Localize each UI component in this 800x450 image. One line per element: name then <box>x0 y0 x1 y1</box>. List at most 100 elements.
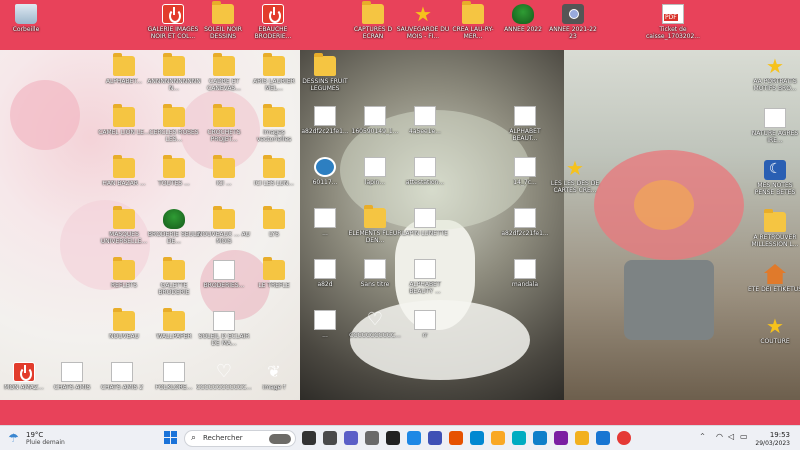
desktop-icon[interactable]: ★ LES LES DES DE CARTES CRE... <box>547 158 603 194</box>
desktop-icon[interactable]: CERCLES ROSES LES... <box>146 104 202 143</box>
desktop-icon[interactable]: Corbeille <box>0 4 54 33</box>
desktop-icon[interactable]: LYS <box>246 206 302 238</box>
rose-blob <box>10 80 80 150</box>
desktop-icon[interactable]: NATURE AGRES IRE... <box>747 108 800 144</box>
desktop-icon[interactable]: ♡ CCCCCCCCCCCC... <box>196 362 252 392</box>
desktop-icon[interactable]: ANNNNNNNNNNNN... <box>146 53 202 92</box>
sheet-icon <box>213 260 235 280</box>
folder-icon <box>263 257 285 280</box>
desktop-icon[interactable]: LE TREFLE <box>246 257 302 289</box>
desktop-icon[interactable]: CADRE ET CANEVAS... <box>196 53 252 92</box>
desktop-icon[interactable]: 4a5ee1e... <box>397 106 453 135</box>
snip-icon[interactable] <box>512 431 526 445</box>
media-player-icon[interactable] <box>386 431 400 445</box>
desktop-icon[interactable]: DESSINS FRUIT LEGUMES <box>297 53 353 92</box>
desktop-icon[interactable]: WALLPAPER <box>146 308 202 340</box>
office-icon[interactable] <box>449 431 463 445</box>
desktop-icon[interactable]: SOLEIL NOIR DESSINS <box>195 1 251 40</box>
start-button[interactable] <box>164 431 178 445</box>
folder-icon <box>462 1 484 24</box>
clock-time[interactable]: 19:53 <box>770 431 790 439</box>
desktop-icon[interactable]: NOUVEAU <box>96 308 152 340</box>
desktop-icon[interactable]: MASQUES UNIVERSELLE... <box>96 206 152 245</box>
desktop-icon[interactable]: ALPHABET BEAUTY ... <box>397 259 453 295</box>
desktop-icon[interactable]: Sans titre <box>347 259 403 288</box>
desktop-icon[interactable]: Ticket de caisse_1703202... <box>645 4 701 40</box>
desktop-icon[interactable]: GALERIE IMAGES NOIR ET COL... <box>145 4 201 40</box>
desktop-icon[interactable]: ... <box>297 208 353 237</box>
desktop-icon[interactable]: CHATS AMIS <box>44 362 100 391</box>
desktop-icon[interactable]: ❦ image f <box>246 362 302 391</box>
desktop-icon[interactable]: EBAUCHE BRODERIE... <box>245 4 301 40</box>
explorer-icon[interactable] <box>575 431 589 445</box>
desktop-icon[interactable]: ♡ CCCCCCCCCCC... <box>347 310 403 340</box>
pdf-icon <box>662 4 684 24</box>
desktop-icon[interactable]: ★ AA PORTRAITS MOTIFS BRO... <box>747 56 800 92</box>
desktop-icon[interactable]: a82d <box>297 259 353 288</box>
desktop-icon[interactable]: LAPIN LUNETTE <box>397 208 453 237</box>
desktop-icon-label: CCCCCCCCCCC... <box>349 332 401 339</box>
desktop-icon[interactable]: ALPHABET... <box>96 53 152 85</box>
desktop-icon-label: ARIS LAURIER MEL... <box>253 78 295 92</box>
desktop-icon[interactable]: ELEMENTS FLEUR DEN... <box>347 205 403 244</box>
task-view-icon[interactable] <box>302 431 316 445</box>
desktop-icon[interactable]: ★ COUTURE <box>747 316 800 345</box>
desktop-icon[interactable]: lapin... <box>347 157 403 186</box>
clock-date[interactable]: 29/03/2023 <box>755 440 790 447</box>
desktop-icon[interactable]: ANNEE 2022 <box>495 4 551 33</box>
desktop-icon[interactable]: a82df2c21fe1... <box>297 106 353 135</box>
teams-icon[interactable] <box>344 431 358 445</box>
desktop-icon-label: ANNEE 2022 <box>504 26 542 33</box>
desktop-icon[interactable]: GALETTE BRODERIE <box>146 257 202 296</box>
desktop-icon-label: a82d <box>317 281 333 288</box>
desktop-icon[interactable]: images vectorielles <box>246 104 302 143</box>
desktop-icon[interactable]: CAMEL LION LE... <box>96 104 152 136</box>
battery-icon[interactable]: ▭ <box>740 432 748 441</box>
desktop-icon[interactable]: ETE DEI ETIKETUS <box>747 264 800 293</box>
paint-3d-icon[interactable] <box>554 431 568 445</box>
calendar-icon[interactable] <box>470 431 484 445</box>
tray-overflow-chevron[interactable]: ^ <box>700 433 705 440</box>
store-icon[interactable] <box>596 431 610 445</box>
volume-icon[interactable]: ◁ <box>728 432 734 441</box>
desktop-icon[interactable]: ... <box>297 310 353 339</box>
desktop-icon[interactable]: A RETROUVER MILLESSION L... <box>747 209 800 248</box>
desktop-icon-label: Corbeille <box>12 26 40 33</box>
desktop-icon[interactable]: CREA LAU-RY-MER... <box>445 1 501 40</box>
paint-icon[interactable] <box>428 431 442 445</box>
desktop-icon[interactable]: ICI LES LUN... <box>246 155 302 187</box>
desktop-icon[interactable]: rr <box>397 310 453 339</box>
desktop-icon[interactable]: ICI ... <box>196 155 252 187</box>
desktop-icon[interactable]: SOLEIL D ECLAIR DE MA... <box>196 311 252 347</box>
desktop-icon[interactable]: REFLETS <box>96 257 152 289</box>
desktop-icon[interactable]: BRODERIE SEULE DE... <box>146 209 202 245</box>
chrome-icon[interactable] <box>617 431 631 445</box>
desktop-icon[interactable]: ALPHABET BEAUT... <box>497 106 553 142</box>
desktop-icon[interactable]: 14_7c... <box>497 157 553 186</box>
desktop-icon[interactable]: 60117... <box>297 157 353 186</box>
desktop-icon[interactable]: MES NOTES PENSE BETES <box>747 160 800 196</box>
desktop-icon[interactable]: NOUVEAUX ... AU MOIS <box>196 206 252 245</box>
desktop-icon[interactable]: ARIS LAURIER MEL... <box>246 53 302 92</box>
desktop-icon[interactable]: CAPTURES D ECRAN <box>345 1 401 40</box>
desktop-icon[interactable]: HAN BAZAR ... <box>96 155 152 187</box>
desktop-icon[interactable]: mandala <box>497 259 553 288</box>
desktop-icon[interactable]: CHATS AMIS 2 <box>94 362 150 391</box>
notes-icon[interactable] <box>491 431 505 445</box>
settings-icon[interactable] <box>365 431 379 445</box>
edge-icon[interactable] <box>533 431 547 445</box>
desktop-icon[interactable]: ★ SAUVEGARDE DU MOIS - FI... <box>395 4 451 40</box>
search-box[interactable]: ⌕ Rechercher <box>184 430 296 447</box>
desktop-icon[interactable]: CROCHETS PROJET... <box>196 104 252 143</box>
desktop-icon[interactable]: FOLKLORE... <box>146 362 202 391</box>
sheet-icon <box>514 106 536 126</box>
desktop-icon[interactable]: BRODERIES... <box>196 260 252 289</box>
photos-icon[interactable] <box>407 431 421 445</box>
wifi-icon[interactable]: ◠ <box>716 432 723 441</box>
desktop-icon[interactable]: TOUTES ... <box>146 155 202 187</box>
desktop-icon[interactable]: a82df2c21fe1... <box>497 208 553 237</box>
file-manager-icon[interactable] <box>323 431 337 445</box>
desktop-icon[interactable]: attestation... <box>397 157 453 186</box>
desktop-icon[interactable]: 160590149_1... <box>347 106 403 135</box>
desktop-icon[interactable]: ANNEE 2021-22 23 <box>545 4 601 40</box>
